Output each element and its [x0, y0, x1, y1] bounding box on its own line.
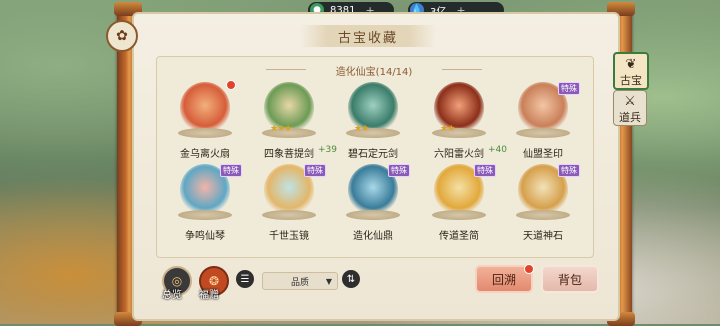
treasure-name: 传道圣简 — [439, 231, 479, 242]
treasure-name: 争鸣仙琴 — [185, 231, 225, 242]
treasure-item[interactable]: 争鸣仙琴 特殊 — [170, 160, 242, 242]
tab-daobing-label: 道兵 — [619, 111, 641, 124]
pedestal — [262, 210, 316, 220]
treasure-tab-icon: ❦ — [625, 57, 637, 72]
pedestal — [178, 128, 232, 138]
weapon-tab-icon: ⚔ — [624, 94, 636, 109]
gift-label: 福赠 — [199, 290, 219, 301]
close-knot-icon[interactable]: ✿ — [106, 20, 138, 52]
treasure-name: 天道神石 — [523, 231, 563, 242]
treasure-item[interactable]: ★★ 碧石定元剑 — [338, 78, 408, 160]
treasure-item[interactable]: ★★★ 四象菩提剑 +39 — [254, 78, 337, 160]
special-badge: 特殊 — [388, 164, 410, 177]
special-badge: 特殊 — [558, 82, 580, 95]
pedestal — [516, 210, 570, 220]
special-badge: 特殊 — [304, 164, 326, 177]
tab-gubao[interactable]: ❦ 古宝 — [613, 52, 649, 90]
quality-select[interactable]: 品质 ▼ — [262, 272, 338, 290]
tab-daobing[interactable]: ⚔ 道兵 — [613, 90, 647, 126]
star-rating: ★★ — [354, 124, 369, 134]
sort-order-icon[interactable]: ⇅ — [342, 270, 360, 288]
treasure-item[interactable]: 传道圣简 特殊 — [424, 160, 496, 242]
treasure-item[interactable]: 金乌离火扇 — [170, 78, 240, 160]
filter-icon[interactable]: ☰ — [236, 270, 254, 288]
huisu-label: 回溯 — [491, 272, 516, 287]
pedestal — [516, 128, 570, 138]
treasure-name: 千世玉镜 — [269, 231, 309, 242]
tab-gubao-label: 古宝 — [620, 74, 642, 87]
treasure-artwork — [180, 82, 230, 134]
special-badge: 特殊 — [220, 164, 242, 177]
treasure-item[interactable]: 千世玉镜 特殊 — [254, 160, 326, 242]
pedestal — [432, 210, 486, 220]
pedestal — [346, 210, 400, 220]
treasure-name: 仙盟圣印 — [523, 149, 563, 160]
treasure-name: 金乌离火扇 — [180, 149, 230, 160]
star-rating: ★★★ — [270, 124, 292, 134]
treasure-item[interactable]: ★★ 六阳雷火剑 +40 — [424, 78, 507, 160]
huisu-button[interactable]: 回溯 — [475, 264, 534, 293]
page-title: 古宝收藏 — [300, 25, 436, 47]
treasure-item[interactable]: 造化仙鼎 特殊 — [338, 160, 410, 242]
treasure-name: 碧石定元剑 — [348, 149, 398, 160]
quality-select-value: 品质 — [290, 277, 309, 288]
special-badge: 特殊 — [474, 164, 496, 177]
chevron-down-icon: ▼ — [325, 276, 332, 286]
treasure-item[interactable]: 仙盟圣印 特殊 — [508, 78, 580, 160]
backpack-button[interactable]: 背包 — [541, 265, 599, 293]
notification-dot — [524, 264, 534, 274]
notification-dot — [226, 80, 236, 90]
special-badge: 特殊 — [558, 164, 580, 177]
backpack-label: 背包 — [557, 272, 582, 287]
overview-label: 总览 — [162, 290, 182, 301]
treasure-item[interactable]: 天道神石 特殊 — [508, 160, 580, 242]
treasure-name: 造化仙鼎 — [353, 231, 393, 242]
section-header: 造化仙宝(14/14) — [266, 63, 482, 78]
pedestal — [178, 210, 232, 220]
star-rating: ★★ — [440, 124, 455, 134]
section-title: 造化仙宝(14/14) — [335, 67, 413, 78]
